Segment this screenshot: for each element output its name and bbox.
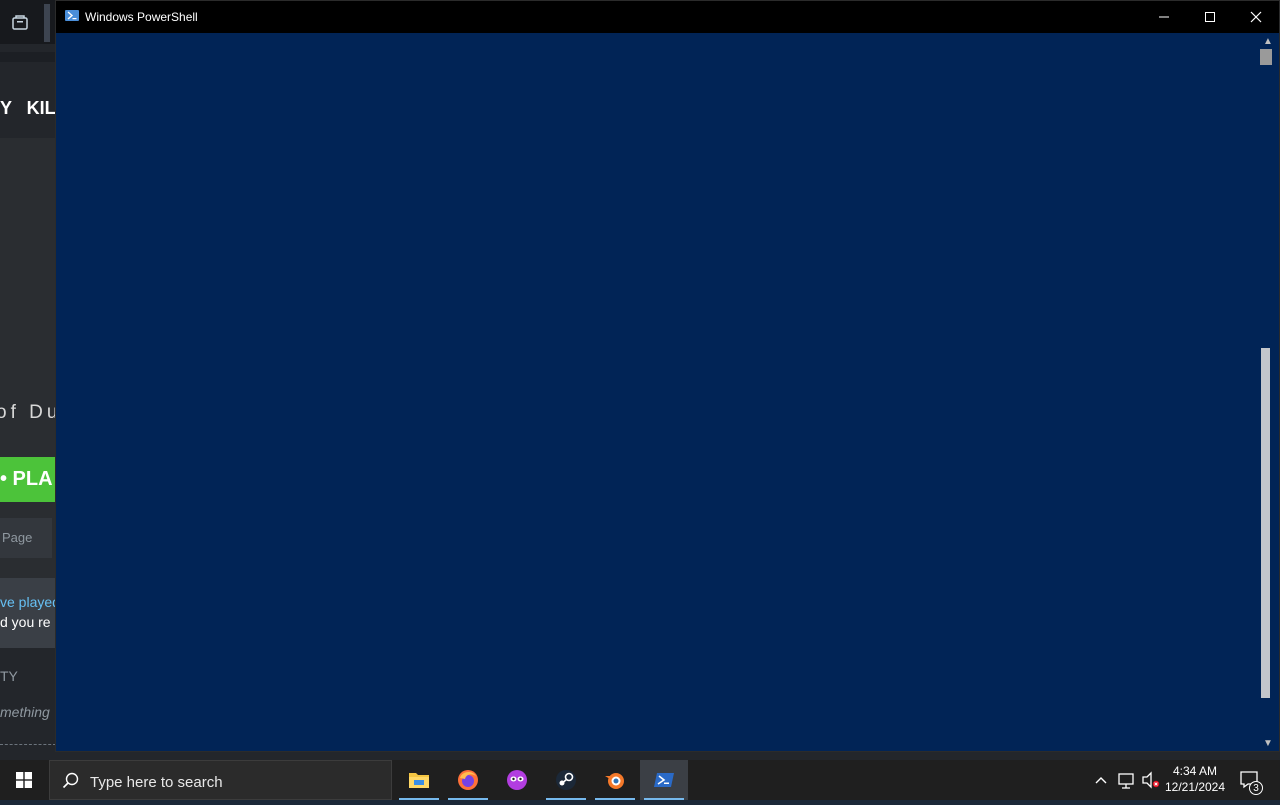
taskbar-app-firefox[interactable] <box>444 760 492 800</box>
volume-button[interactable] <box>1140 760 1162 800</box>
maximize-icon <box>1205 12 1215 22</box>
powershell-icon <box>654 773 674 787</box>
network-button[interactable] <box>1116 760 1138 800</box>
review-line-2: d you re <box>0 614 51 630</box>
store-icon[interactable] <box>11 13 29 31</box>
action-center-button[interactable]: 3 <box>1236 760 1268 800</box>
chevron-up-icon <box>1095 777 1107 784</box>
network-icon <box>1118 773 1134 789</box>
scroll-up-icon[interactable]: ▲ <box>1263 36 1273 47</box>
maximize-button[interactable] <box>1187 1 1233 33</box>
game-title: of Du <box>0 402 56 423</box>
search-input[interactable] <box>88 770 382 794</box>
firefox-icon <box>458 770 478 790</box>
minimize-button[interactable] <box>1141 1 1187 33</box>
play-label: • PLA <box>0 468 53 490</box>
title-bar[interactable]: Windows PowerShell <box>56 1 1279 33</box>
windows-icon <box>16 772 32 788</box>
mask-icon <box>507 770 527 790</box>
powershell-icon[interactable] <box>65 10 79 21</box>
store-page-label: Page <box>2 530 33 545</box>
divider <box>0 52 56 62</box>
volume-muted-icon <box>1142 771 1160 789</box>
show-hidden-icons-button[interactable] <box>1094 760 1112 800</box>
scroll-down-icon[interactable]: ▼ <box>1263 738 1273 749</box>
close-icon <box>1250 11 1262 23</box>
powershell-window[interactable]: Windows PowerShell ▲ ▼ <box>55 0 1280 752</box>
notification-badge: 3 <box>1249 781 1263 795</box>
review-line-1[interactable]: ve played <box>0 594 56 610</box>
scroll-thumb[interactable] <box>1260 49 1272 65</box>
steam-icon <box>556 770 576 790</box>
close-button[interactable] <box>1233 1 1279 33</box>
taskbar-app-powershell[interactable] <box>640 760 688 800</box>
window-title: Windows PowerShell <box>85 10 198 24</box>
game-hero-area <box>0 138 56 578</box>
taskbar-app-blender[interactable] <box>591 760 639 800</box>
search-icon <box>62 772 79 789</box>
clock[interactable]: 4:34 AM 12/21/2024 <box>1162 763 1228 795</box>
vertical-scrollbar[interactable]: ▲ ▼ <box>1257 33 1279 751</box>
console-area[interactable] <box>56 33 1256 751</box>
activity-heading: TY <box>0 668 18 684</box>
background-topbar <box>0 0 56 44</box>
taskbar-app-steam[interactable] <box>542 760 590 800</box>
minimize-icon <box>1159 16 1169 18</box>
scroll-track[interactable] <box>1261 348 1270 698</box>
clock-time: 4:34 AM <box>1172 764 1218 778</box>
play-button[interactable]: • PLA <box>0 457 56 502</box>
start-button[interactable] <box>0 760 48 800</box>
say-something-input[interactable]: mething <box>0 704 56 720</box>
folder-icon <box>409 773 429 788</box>
background-nav[interactable]: Y KIL <box>0 88 56 128</box>
taskbar: 4:34 AM 12/21/2024 3 <box>0 760 1280 800</box>
taskbar-app-file-explorer[interactable] <box>395 760 443 800</box>
store-page-button[interactable]: Page <box>0 518 52 558</box>
clock-date: 12/21/2024 <box>1164 780 1226 794</box>
dashed-divider <box>0 744 56 745</box>
nav-text: Y KIL <box>0 98 56 118</box>
review-prompt[interactable]: ve played d you re <box>0 578 56 648</box>
taskbar-app-media[interactable] <box>493 760 541 800</box>
blender-icon <box>605 773 624 789</box>
taskbar-search[interactable] <box>49 760 392 800</box>
tab-divider <box>44 4 50 42</box>
